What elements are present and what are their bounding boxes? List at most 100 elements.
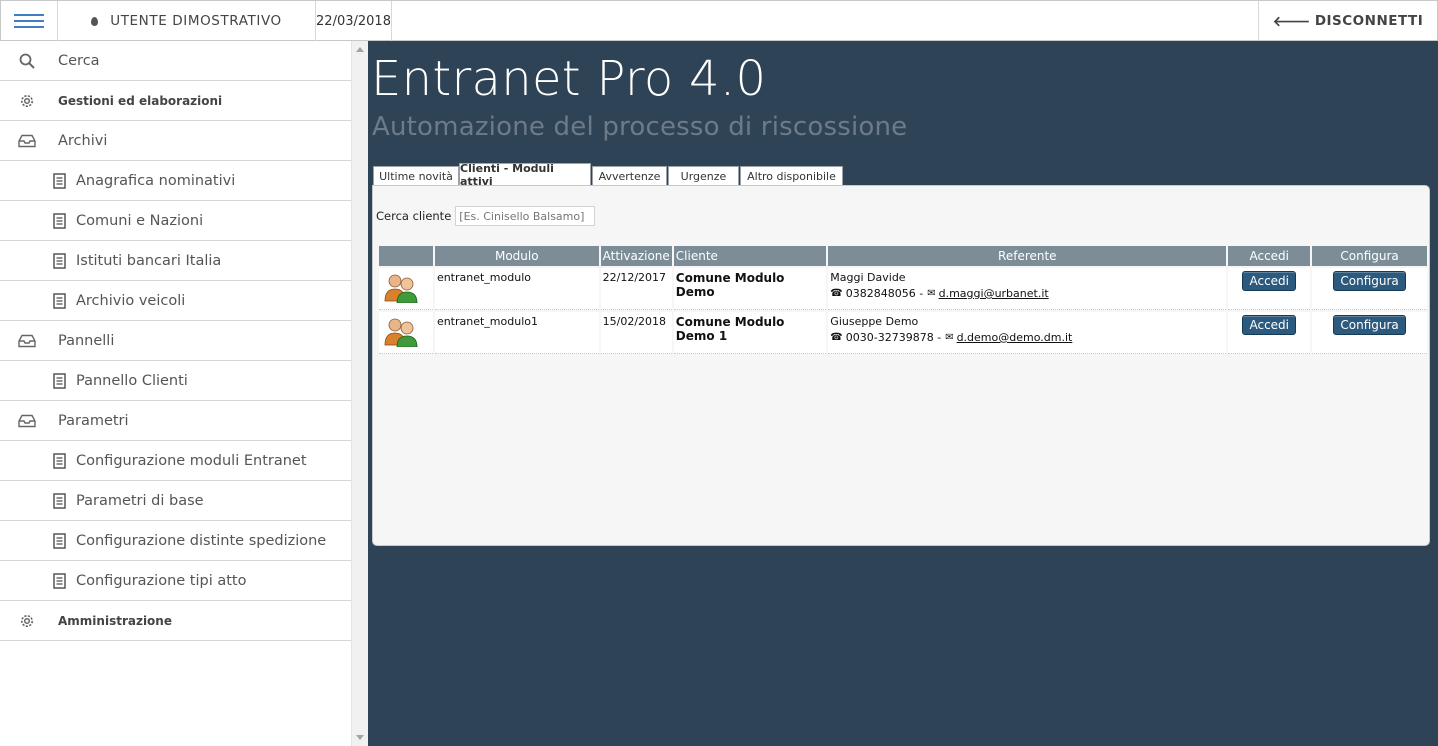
tab-panel: Cerca cliente Modulo Attivazione Cliente… (372, 185, 1430, 546)
document-icon (50, 212, 68, 230)
sidebar-item-archivi[interactable]: Archivi (0, 121, 351, 161)
gear-icon (18, 612, 36, 630)
sidebar-scrollbar[interactable] (351, 41, 368, 746)
sidebar-item-configurazione-distinte-spedizione[interactable]: Configurazione distinte spedizione (0, 521, 351, 561)
phone-icon: ☎ (830, 332, 843, 343)
column-header-accedi: Accedi (1228, 246, 1311, 266)
hamburger-menu-icon[interactable] (1, 1, 58, 41)
referente-name: Giuseppe Demo (830, 315, 919, 328)
tab-altro-disponibile[interactable]: Altro disponibile (740, 166, 843, 186)
referente-contact: ☎ 0030-32739878 - ✉ d.demo@demo.dm.it (830, 331, 1224, 344)
sidebar-item-istituti-bancari-italia[interactable]: Istituti bancari Italia (0, 241, 351, 281)
users-icon-cell (379, 312, 433, 354)
sidebar-item-label: Configurazione distinte spedizione (76, 532, 327, 549)
document-icon (50, 252, 68, 270)
user-name: UTENTE DIMOSTRATIVO (110, 13, 282, 29)
sidebar-item-label: Parametri (58, 412, 129, 429)
attivazione-cell: 15/02/2018 (600, 312, 672, 354)
sidebar-item-label: Cerca (58, 52, 100, 69)
user-indicator: UTENTE DIMOSTRATIVO (58, 1, 316, 41)
column-header-attivazione: Attivazione (600, 246, 672, 266)
cliente-cell: Comune Modulo Demo (673, 268, 827, 310)
accedi-cell: Accedi (1228, 268, 1311, 310)
user-drop-icon (91, 16, 99, 26)
accedi-button[interactable]: Accedi (1242, 315, 1296, 335)
referente-cell: Giuseppe Demo ☎ 0030-32739878 - ✉ d.demo… (828, 312, 1227, 354)
phone-icon: ☎ (830, 288, 843, 299)
sidebar-item-pannelli[interactable]: Pannelli (0, 321, 351, 361)
document-icon (50, 172, 68, 190)
sidebar-item-comuni-e-nazioni[interactable]: Comuni e Nazioni (0, 201, 351, 241)
sidebar-item-label: Gestioni ed elaborazioni (58, 93, 223, 108)
modulo-cell: entranet_modulo (434, 268, 599, 310)
sidebar-item-label: Pannello Clienti (76, 372, 188, 389)
accedi-cell: Accedi (1228, 312, 1311, 354)
sidebar-item-label: Configurazione moduli Entranet (76, 452, 307, 469)
current-date: 22/03/2018 (316, 1, 392, 41)
logout-label: DISCONNETTI (1314, 13, 1424, 29)
referente-email-link[interactable]: d.demo@demo.dm.it (957, 331, 1073, 344)
document-icon (50, 372, 68, 390)
column-header-configura: Configura (1312, 246, 1427, 266)
configura-button[interactable]: Configura (1333, 271, 1406, 291)
sidebar-item-configurazione-moduli-entranet[interactable]: Configurazione moduli Entranet (0, 441, 351, 481)
column-header-cliente: Cliente (673, 246, 827, 266)
sidebar-item-parametri[interactable]: Parametri (0, 401, 351, 441)
attivazione-cell: 22/12/2017 (600, 268, 672, 310)
column-header-referente: Referente (828, 246, 1227, 266)
document-icon (50, 452, 68, 470)
top-bar: UTENTE DIMOSTRATIVO 22/03/2018 🡐 DISCONN… (0, 0, 1438, 41)
logout-button[interactable]: 🡐 DISCONNETTI (1258, 1, 1437, 41)
users-icon (384, 274, 418, 304)
referente-cell: Maggi Davide ☎ 0382848056 - ✉ d.maggi@ur… (828, 268, 1227, 310)
page-subtitle: Automazione del processo di riscossione (372, 112, 908, 142)
table-row: entranet_modulo 22/12/2017 Comune Modulo… (379, 268, 1427, 310)
search-icon (18, 52, 36, 70)
sidebar-item-label: Pannelli (58, 332, 115, 349)
column-header-modulo: Modulo (434, 246, 599, 266)
referente-email-link[interactable]: d.maggi@urbanet.it (939, 287, 1049, 300)
tab-ultime-novita[interactable]: Ultime novità (373, 166, 459, 186)
configura-cell: Configura (1312, 268, 1427, 310)
gear-icon (18, 92, 36, 110)
referente-phone: 0030-32739878 - (845, 331, 942, 344)
tab-clienti-moduli-attivi[interactable]: Clienti - Moduli attivi (459, 162, 591, 188)
configura-button[interactable]: Configura (1333, 315, 1406, 335)
sidebar-item-anagrafica-nominativi[interactable]: Anagrafica nominativi (0, 161, 351, 201)
inbox-icon (18, 412, 36, 430)
sidebar-item-label: Amministrazione (58, 613, 172, 628)
search-row: Cerca cliente (376, 206, 596, 226)
scroll-up-icon[interactable] (356, 47, 364, 52)
document-icon (50, 532, 68, 550)
tab-urgenze[interactable]: Urgenze (668, 166, 739, 186)
sidebar-item-label: Istituti bancari Italia (76, 252, 222, 269)
page-title: Entranet Pro 4.0 (371, 51, 767, 107)
referente-contact: ☎ 0382848056 - ✉ d.maggi@urbanet.it (830, 287, 1224, 300)
search-label: Cerca cliente (376, 209, 452, 223)
sidebar-item-parametri-di-base[interactable]: Parametri di base (0, 481, 351, 521)
sidebar-item-amministrazione[interactable]: Amministrazione (0, 601, 351, 641)
referente-name: Maggi Davide (830, 271, 906, 284)
inbox-icon (18, 132, 36, 150)
sidebar-item-pannello-clienti[interactable]: Pannello Clienti (0, 361, 351, 401)
scroll-down-icon[interactable] (356, 735, 364, 740)
search-client-input[interactable] (455, 206, 596, 226)
sidebar-menu: Cerca Gestioni ed elaborazioni Archivi Anag… (0, 41, 351, 641)
configura-cell: Configura (1312, 312, 1427, 354)
sidebar-item-label: Configurazione tipi atto (76, 572, 247, 589)
sidebar-item-gestioni-ed-elaborazioni[interactable]: Gestioni ed elaborazioni (0, 81, 351, 121)
sidebar-item-configurazione-tipi-atto[interactable]: Configurazione tipi atto (0, 561, 351, 601)
document-icon (50, 492, 68, 510)
main-content: Entranet Pro 4.0 Automazione del process… (368, 41, 1438, 746)
table-row: entranet_modulo1 15/02/2018 Comune Modul… (379, 312, 1427, 354)
sidebar-item-archivio-veicoli[interactable]: Archivio veicoli (0, 281, 351, 321)
modulo-cell: entranet_modulo1 (434, 312, 599, 354)
accedi-button[interactable]: Accedi (1242, 271, 1296, 291)
sidebar-item-cerca[interactable]: Cerca (0, 41, 351, 81)
envelope-icon: ✉ (927, 288, 936, 299)
cliente-cell: Comune Modulo Demo 1 (673, 312, 827, 354)
sidebar-item-label: Anagrafica nominativi (76, 172, 236, 189)
document-icon (50, 292, 68, 310)
tab-avvertenze[interactable]: Avvertenze (592, 166, 667, 186)
arrow-left-icon: 🡐 (1272, 13, 1311, 30)
